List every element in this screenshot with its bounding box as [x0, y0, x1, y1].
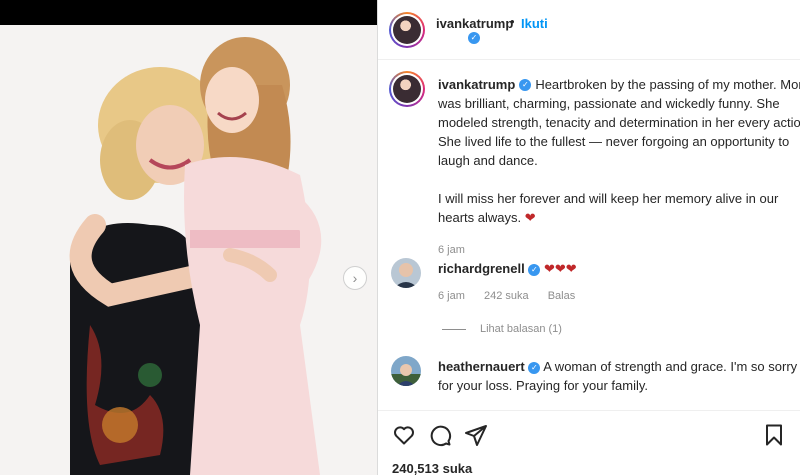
top-black-bar [0, 0, 378, 25]
comment-meta: 6 jam 242 suka Balas [438, 290, 591, 302]
caption-line: Heartbroken by the passing of my mother.… [535, 77, 800, 92]
bookmark-icon[interactable] [762, 423, 786, 447]
author-username[interactable]: ivankatrump [436, 16, 513, 31]
caption-line: I will miss her forever and will keep he… [438, 191, 779, 206]
verified-icon: ✓ [528, 361, 541, 374]
likes-count[interactable]: 240,513 suka [392, 461, 472, 475]
verified-icon: ✓ [468, 32, 480, 44]
action-bar: 240,513 suka [378, 410, 800, 475]
heart-outline-icon[interactable] [392, 423, 416, 447]
verified-icon: ✓ [519, 78, 532, 91]
comment-text: heathernauert ✓ A woman of strength and … [438, 357, 797, 395]
reply-button[interactable]: Balas [548, 290, 576, 302]
caption-text: ivankatrump ✓ Heartbroken by the passing o… [438, 75, 800, 260]
next-photo-button[interactable]: › [343, 266, 367, 290]
verified-icon: ✓ [528, 263, 541, 276]
caption-line: hearts always. [438, 210, 522, 225]
caption-line: was brilliant, charming, passionate and … [438, 96, 780, 111]
caption-username[interactable]: ivankatrump [438, 77, 515, 92]
commenter-username[interactable]: richardgrenell [438, 261, 525, 276]
separator-dot: • [510, 14, 515, 29]
comment-icon[interactable] [428, 423, 452, 447]
red-heart-icon: ❤ [524, 210, 536, 225]
commenter-avatar[interactable] [391, 258, 421, 288]
follow-button[interactable]: Ikuti [521, 16, 548, 31]
post-photo [0, 25, 378, 475]
caption-avatar[interactable] [389, 71, 425, 107]
commenter-username[interactable]: heathernauert [438, 359, 525, 374]
comment-body: A woman of strength and grace. I'm so so… [543, 359, 798, 374]
photo-illustration [0, 25, 378, 475]
caption-line: laugh and dance. [438, 153, 538, 168]
caption-time: 6 jam [438, 244, 465, 256]
caption-line: She lived life to the fullest — never fo… [438, 134, 790, 149]
author-avatar[interactable] [389, 12, 425, 48]
view-replies-button[interactable]: Lihat balasan (1) [442, 323, 562, 335]
view-replies-label: Lihat balasan (1) [480, 323, 562, 335]
post-header: ivankatrump • Ikuti ✓ [378, 0, 800, 60]
commenter-avatar[interactable] [391, 356, 421, 386]
caption-line: modeled strength, tenacity and determina… [438, 115, 800, 130]
post-sidebar: ivankatrump • Ikuti ✓ ivankatrump ✓ Heartb… [378, 0, 800, 475]
comment-body: ❤❤❤ [543, 261, 577, 276]
comment-likes[interactable]: 242 suka [484, 290, 529, 302]
comment-time: 6 jam [438, 290, 465, 302]
comment-text: richardgrenell ✓ ❤❤❤ [438, 259, 577, 278]
replies-line [442, 328, 466, 330]
share-icon[interactable] [464, 423, 488, 447]
comment-body: for your loss. Praying for your family. [438, 378, 648, 393]
